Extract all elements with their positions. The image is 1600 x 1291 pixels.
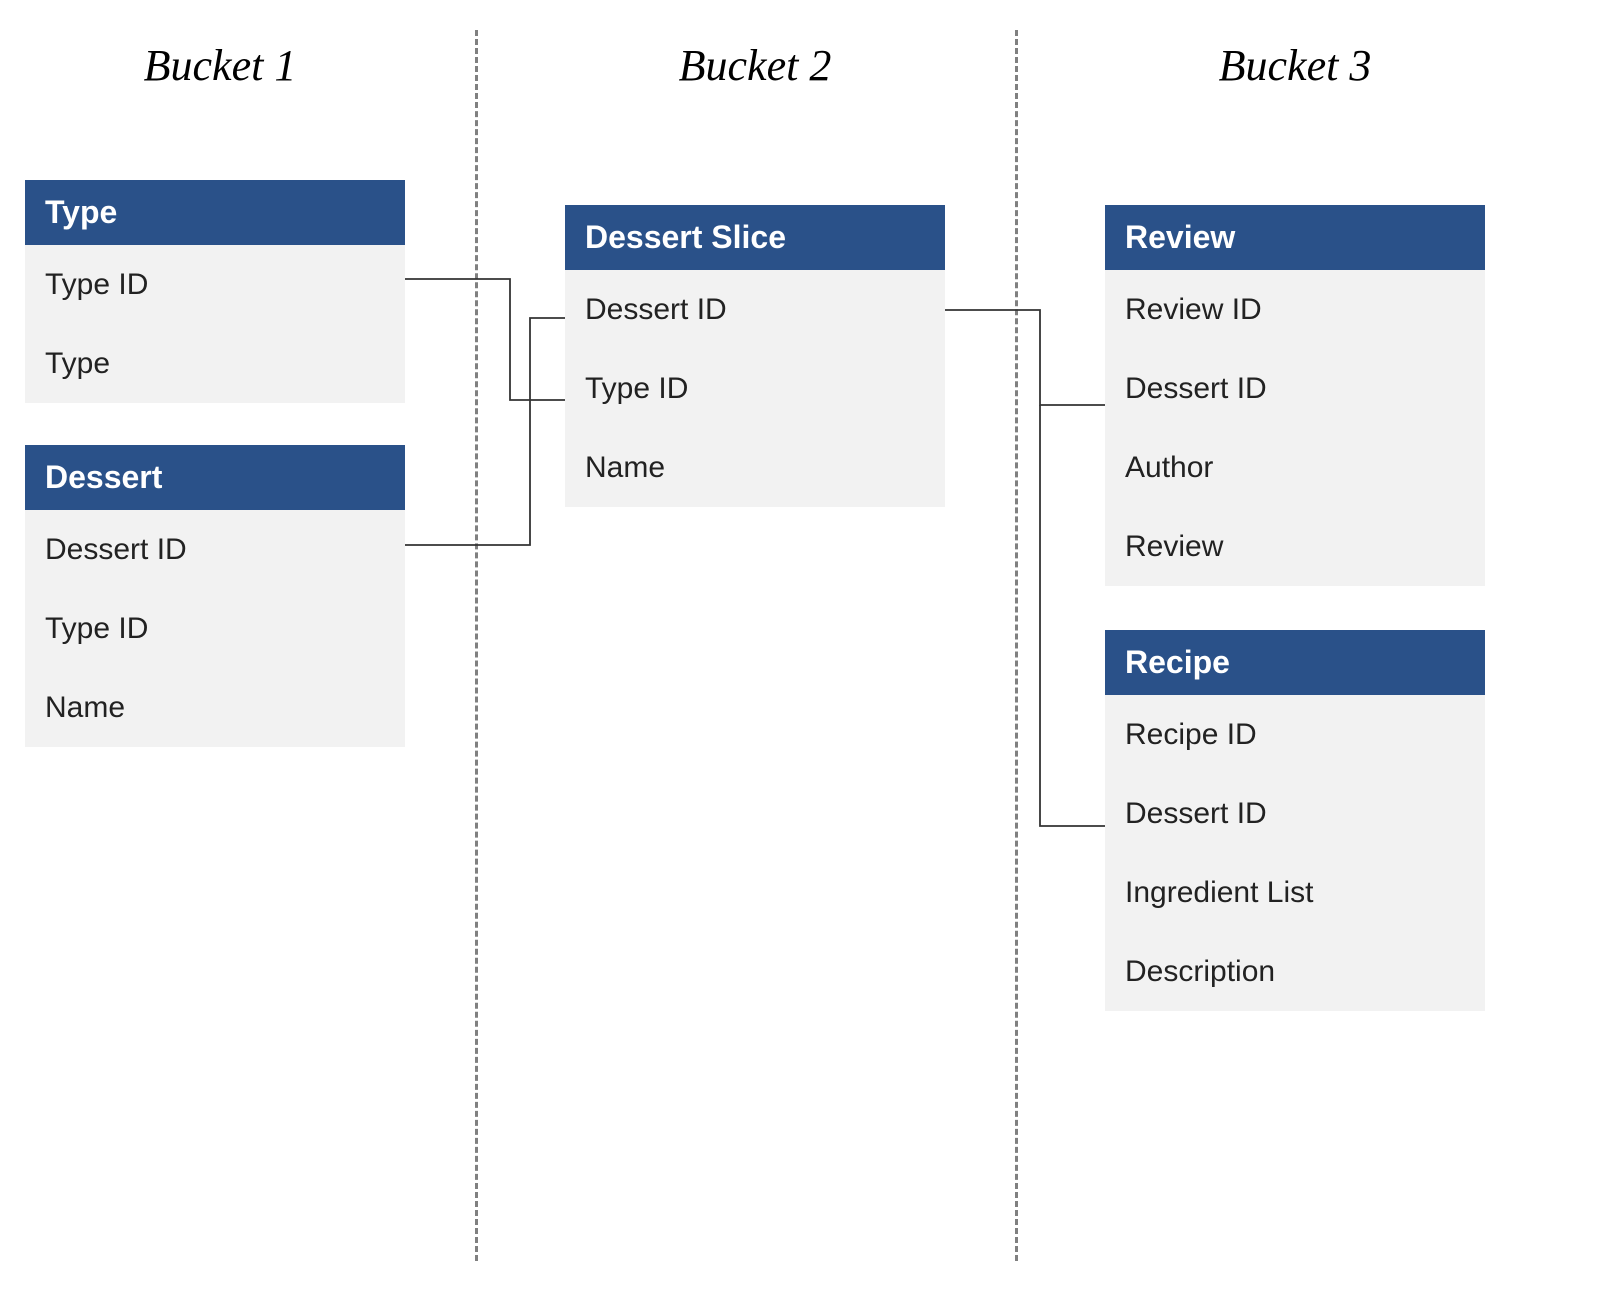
table-dessert-row-dessertid: Dessert ID <box>25 510 405 589</box>
table-recipe-header: Recipe <box>1105 630 1485 695</box>
table-recipe-row-ingredientlist: Ingredient List <box>1105 853 1485 932</box>
table-type: Type Type ID Type <box>25 180 405 403</box>
table-dessert-slice: Dessert Slice Dessert ID Type ID Name <box>565 205 945 507</box>
table-review-row-author: Author <box>1105 428 1485 507</box>
table-recipe-row-description: Description <box>1105 932 1485 1011</box>
bucket-3-label: Bucket 3 <box>1145 40 1445 91</box>
table-type-row-type: Type <box>25 324 405 403</box>
connector-type-typeid-to-slice-typeid <box>405 279 565 400</box>
connector-slice-dessertid-to-recipe-dessertid <box>1040 405 1105 826</box>
table-dessert-slice-row-typeid: Type ID <box>565 349 945 428</box>
table-dessert-row-typeid: Type ID <box>25 589 405 668</box>
table-review-row-review: Review <box>1105 507 1485 586</box>
table-recipe-row-dessertid: Dessert ID <box>1105 774 1485 853</box>
table-dessert-slice-header: Dessert Slice <box>565 205 945 270</box>
table-dessert-row-name: Name <box>25 668 405 747</box>
table-dessert-header: Dessert <box>25 445 405 510</box>
table-review-row-dessertid: Dessert ID <box>1105 349 1485 428</box>
divider-1 <box>475 30 478 1261</box>
table-recipe: Recipe Recipe ID Dessert ID Ingredient L… <box>1105 630 1485 1011</box>
table-dessert: Dessert Dessert ID Type ID Name <box>25 445 405 747</box>
table-review: Review Review ID Dessert ID Author Revie… <box>1105 205 1485 586</box>
table-type-row-typeid: Type ID <box>25 245 405 324</box>
table-review-row-reviewid: Review ID <box>1105 270 1485 349</box>
bucket-1-label: Bucket 1 <box>70 40 370 91</box>
table-dessert-slice-row-dessertid: Dessert ID <box>565 270 945 349</box>
table-review-header: Review <box>1105 205 1485 270</box>
diagram-canvas: Bucket 1 Bucket 2 Bucket 3 Type Type ID … <box>0 0 1600 1291</box>
table-recipe-row-recipeid: Recipe ID <box>1105 695 1485 774</box>
table-dessert-slice-row-name: Name <box>565 428 945 507</box>
table-type-header: Type <box>25 180 405 245</box>
divider-2 <box>1015 30 1018 1261</box>
bucket-2-label: Bucket 2 <box>605 40 905 91</box>
connector-slice-dessertid-to-review-dessertid <box>945 310 1105 405</box>
connector-dessert-dessertid-to-slice-dessertid <box>405 318 565 545</box>
